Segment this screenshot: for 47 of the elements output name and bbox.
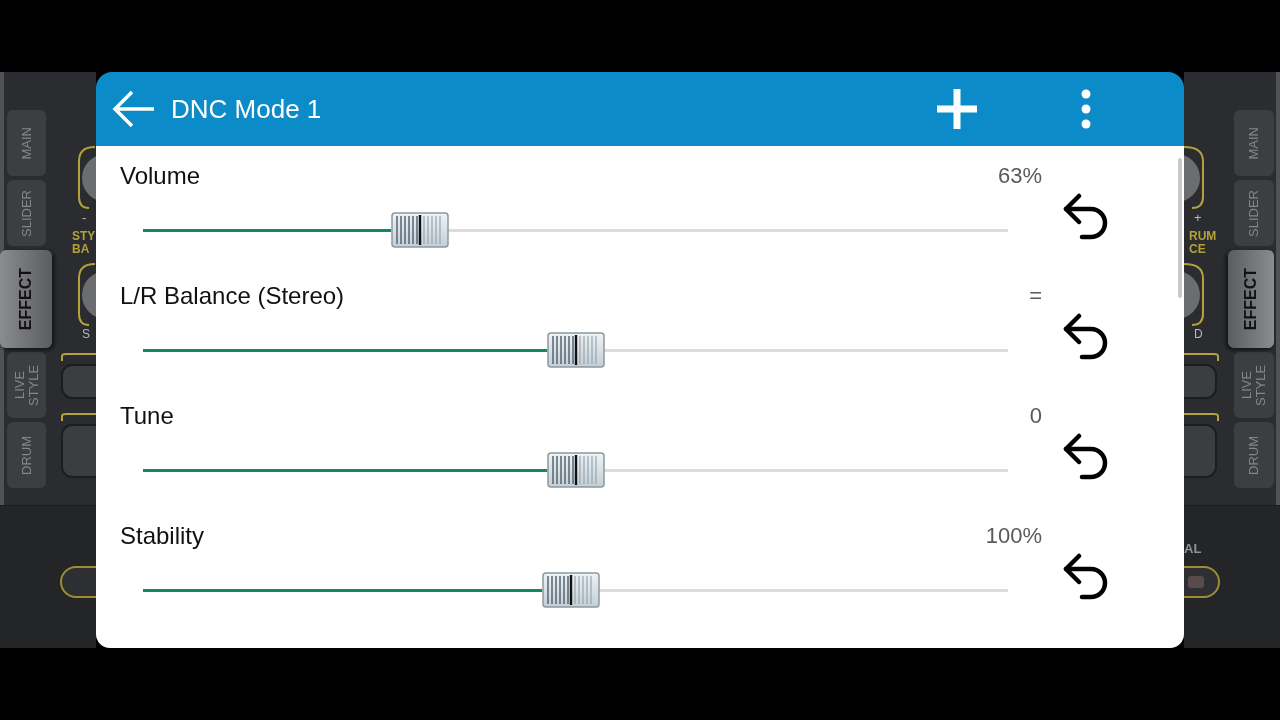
panel-caption: AL bbox=[1184, 542, 1202, 556]
pad-button[interactable] bbox=[1184, 413, 1220, 479]
panel-caption: CE bbox=[1189, 243, 1206, 256]
dial-letter: D bbox=[1194, 328, 1203, 341]
knob-dial[interactable] bbox=[1184, 262, 1206, 328]
slider-thumb[interactable] bbox=[542, 572, 601, 608]
knob-dial[interactable] bbox=[1184, 145, 1206, 211]
pad-button[interactable] bbox=[60, 353, 96, 399]
pill-button[interactable] bbox=[60, 566, 96, 598]
side-tab[interactable]: DRUM bbox=[7, 422, 46, 488]
side-tab[interactable]: MAIN bbox=[7, 110, 46, 176]
dialog-title: DNC Mode 1 bbox=[171, 92, 322, 126]
dial-sign: + bbox=[1194, 211, 1202, 224]
pad-button[interactable] bbox=[60, 413, 96, 479]
panel-caption: STY bbox=[72, 230, 96, 243]
setting-value: = bbox=[1029, 282, 1042, 310]
setting-label: Volume bbox=[120, 161, 201, 191]
back-arrow-icon bbox=[112, 90, 156, 128]
more-vertical-icon bbox=[1081, 89, 1091, 129]
setting-label: L/R Balance (Stereo) bbox=[120, 281, 345, 311]
side-tab[interactable]: EFFECT bbox=[0, 250, 52, 348]
side-tab[interactable]: EFFECT bbox=[1228, 250, 1274, 348]
dial-sign: - bbox=[82, 211, 87, 224]
pill-button[interactable] bbox=[1184, 566, 1220, 598]
panel-caption: RUM bbox=[1189, 230, 1217, 243]
side-tab[interactable]: DRUM bbox=[1234, 422, 1274, 488]
setting-value: 100% bbox=[985, 522, 1042, 550]
more-options-button[interactable] bbox=[1081, 89, 1091, 129]
slider-thumb[interactable] bbox=[546, 452, 605, 488]
add-button[interactable] bbox=[937, 89, 977, 129]
side-tab[interactable]: SLIDER bbox=[1234, 180, 1274, 246]
setting-label: Stability bbox=[120, 521, 205, 551]
back-button[interactable] bbox=[112, 90, 156, 128]
side-tab[interactable]: LIVE STYLE bbox=[7, 352, 46, 418]
side-tab[interactable]: MAIN bbox=[1234, 110, 1274, 176]
plus-icon bbox=[937, 89, 977, 129]
slider-thumb[interactable] bbox=[390, 212, 449, 248]
pad-button[interactable] bbox=[1184, 353, 1220, 399]
setting-value: 0 bbox=[1029, 402, 1042, 430]
side-tab[interactable]: SLIDER bbox=[7, 180, 46, 246]
side-tab[interactable]: LIVE STYLE bbox=[1234, 352, 1274, 418]
setting-label: Tune bbox=[120, 401, 174, 431]
scrollbar[interactable] bbox=[1178, 158, 1182, 298]
setting-value: 63% bbox=[997, 162, 1042, 190]
slider-thumb[interactable] bbox=[546, 332, 605, 368]
panel-caption: BA bbox=[72, 243, 90, 256]
dial-letter: S bbox=[82, 328, 90, 341]
